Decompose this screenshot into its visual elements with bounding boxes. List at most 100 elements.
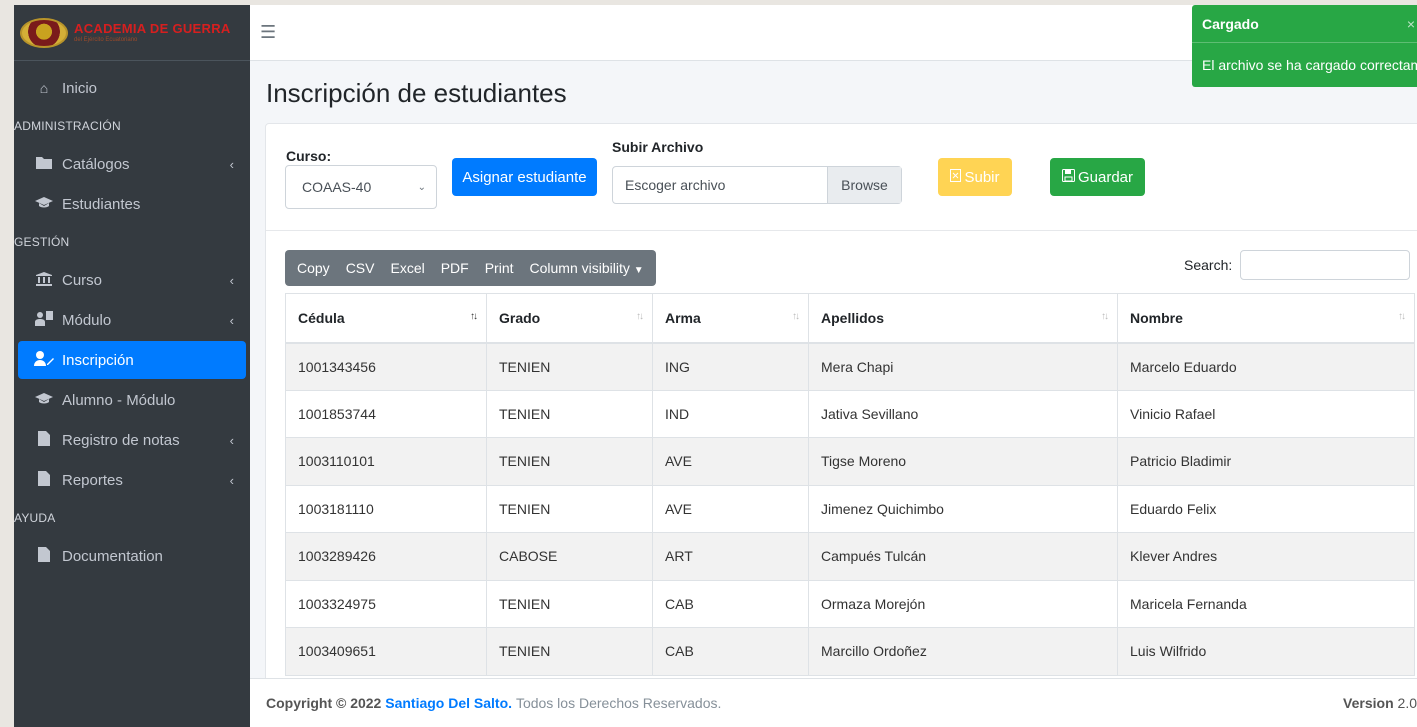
save-button-label: Guardar (1077, 168, 1134, 186)
column-header-label: Nombre (1130, 309, 1183, 326)
cell-grado: TENIEN (486, 342, 653, 391)
datatable-buttons: Copy CSV Excel PDF Print Column visibili… (285, 250, 656, 286)
footer: Copyright © 2022 Santiago Del Salto. Tod… (250, 678, 1417, 727)
sidebar: ACADEMIA DE GUERRA del Ejército Ecuatori… (14, 5, 250, 727)
cell-cedula: 1001343456 (285, 342, 487, 391)
brand[interactable]: ACADEMIA DE GUERRA del Ejército Ecuatori… (14, 5, 250, 61)
version-info: Version 2.0 (1343, 695, 1417, 711)
sidebar-item-label: Módulo (62, 311, 112, 329)
column-header-apellidos[interactable]: Apellidos ↑↓ (808, 293, 1118, 344)
excel-button[interactable]: Excel (382, 260, 432, 276)
sidebar-item-label: Registro de notas (62, 431, 180, 449)
sidebar-item-inicio[interactable]: ⌂ Inicio (18, 69, 246, 107)
sidebar-item-modulo[interactable]: Módulo ‹ (18, 301, 246, 339)
curso-select[interactable]: COAAS-40 ⌄ (285, 165, 437, 209)
column-header-grado[interactable]: Grado ↑↓ (486, 293, 653, 344)
cell-cedula: 1003409651 (285, 627, 487, 676)
table-row[interactable]: 1003181110 TENIEN AVE Jimenez Quichimbo … (285, 484, 1415, 533)
cell-nombre: Eduardo Felix (1117, 484, 1415, 533)
cell-cedula: 1003324975 (285, 579, 487, 628)
assign-student-button[interactable]: Asignar estudiante (452, 158, 597, 196)
sidebar-item-label: Estudiantes (62, 195, 141, 213)
sidebar-item-catalogos[interactable]: Catálogos ‹ (18, 145, 246, 183)
cell-grado: TENIEN (486, 437, 653, 486)
close-icon[interactable]: × (1407, 16, 1415, 32)
cell-apellidos: Tigse Moreno (808, 437, 1118, 486)
table-row[interactable]: 1003289426 CABOSE ART Campués Tulcán Kle… (285, 532, 1415, 581)
sidebar-item-label: Catálogos (62, 155, 130, 173)
sidebar-item-curso[interactable]: Curso ‹ (18, 261, 246, 299)
graduation-cap-icon (34, 392, 54, 408)
file-excel-icon (950, 168, 962, 186)
user-edit-icon (34, 351, 54, 369)
chalkboard-teacher-icon (34, 311, 54, 329)
cell-apellidos: Mera Chapi (808, 342, 1118, 391)
rights-text: Todos los Derechos Reservados. (515, 695, 722, 711)
table-row[interactable]: 1003110101 TENIEN AVE Tigse Moreno Patri… (285, 437, 1415, 486)
sort-icon: ↑↓ (636, 311, 644, 322)
column-visibility-label: Column visibility (529, 260, 630, 276)
sidebar-item-label: Reportes (62, 471, 123, 489)
cell-arma: AVE (652, 484, 809, 533)
upload-button[interactable]: Subir (938, 158, 1012, 196)
cell-nombre: Patricio Bladimir (1117, 437, 1415, 486)
cell-arma: CAB (652, 627, 809, 676)
column-header-nombre[interactable]: Nombre ↑↓ (1117, 293, 1415, 344)
institution-icon (34, 271, 54, 289)
page-title: Inscripción de estudiantes (266, 78, 567, 108)
version-label: Version (1343, 695, 1394, 711)
copyright-text: Copyright © 2022 (266, 695, 382, 711)
browse-button[interactable]: Browse (827, 167, 901, 203)
table-row[interactable]: 1001853744 TENIEN IND Jativa Sevillano V… (285, 389, 1415, 438)
column-header-label: Arma (665, 309, 701, 326)
toast-title: Cargado (1202, 15, 1259, 32)
table-row[interactable]: 1001343456 TENIEN ING Mera Chapi Marcelo… (285, 342, 1415, 391)
curso-label: Curso: (286, 148, 332, 164)
csv-button[interactable]: CSV (338, 260, 383, 276)
print-button[interactable]: Print (477, 260, 522, 276)
search-input[interactable] (1240, 250, 1410, 280)
cell-grado: TENIEN (486, 389, 653, 438)
chevron-left-icon: ‹ (229, 312, 234, 328)
cell-cedula: 1003289426 (285, 532, 487, 581)
brand-subtitle: del Ejército Ecuatoriano (74, 37, 138, 43)
table-header-row: Cédula ↑↓ Grado ↑↓ Arma ↑↓ Apellidos ↑↓ Nomb… (285, 293, 1415, 344)
sidebar-item-estudiantes[interactable]: Estudiantes (18, 185, 246, 223)
curso-select-value: COAAS-40 (302, 179, 372, 195)
column-header-label: Apellidos (821, 309, 885, 326)
sidebar-item-alumno-modulo[interactable]: Alumno - Módulo (18, 381, 246, 419)
file-input[interactable]: Escoger archivo Browse (612, 166, 902, 204)
file-icon (34, 547, 54, 565)
students-table: Cédula ↑↓ Grado ↑↓ Arma ↑↓ Apellidos ↑↓ Nomb… (285, 293, 1415, 676)
chevron-left-icon: ‹ (229, 472, 234, 488)
author-link[interactable]: Santiago Del Salto. (385, 695, 512, 711)
version-value: 2.0 (1397, 695, 1417, 711)
column-header-cedula[interactable]: Cédula ↑↓ (285, 293, 487, 344)
save-button[interactable]: Guardar (1050, 158, 1145, 196)
pdf-button[interactable]: PDF (433, 260, 477, 276)
cell-cedula: 1003181110 (285, 484, 487, 533)
copy-button[interactable]: Copy (285, 260, 338, 276)
column-visibility-button[interactable]: Column visibility ▼ (522, 260, 656, 276)
sidebar-item-label: Documentation (62, 547, 163, 565)
table-row[interactable]: 1003409651 TENIEN CAB Marcillo Ordoñez L… (285, 627, 1415, 676)
menu-toggle-icon[interactable]: ☰ (260, 22, 276, 43)
sort-asc-icon: ↑↓ (470, 311, 478, 322)
sidebar-nav: ⌂ Inicio ADMINISTRACIÓN Catálogos ‹ Estu… (14, 61, 250, 583)
cell-arma: AVE (652, 437, 809, 486)
chevron-left-icon: ‹ (229, 432, 234, 448)
upload-file-label: Subir Archivo (612, 139, 704, 155)
nav-header-gestion: GESTIÓN (14, 235, 70, 249)
table-row[interactable]: 1003324975 TENIEN CAB Ormaza Morejón Mar… (285, 579, 1415, 628)
folder-icon (34, 156, 54, 172)
sidebar-item-reportes[interactable]: Reportes ‹ (18, 461, 246, 499)
column-header-arma[interactable]: Arma ↑↓ (652, 293, 809, 344)
sort-icon: ↑↓ (792, 311, 800, 322)
cell-arma: CAB (652, 579, 809, 628)
cell-cedula: 1003110101 (285, 437, 487, 486)
sidebar-item-registro-notas[interactable]: Registro de notas ‹ (18, 421, 246, 459)
sidebar-item-documentation[interactable]: Documentation (18, 537, 246, 575)
chevron-left-icon: ‹ (229, 156, 234, 172)
toast-message: El archivo se ha cargado correctamente (1202, 57, 1417, 73)
sidebar-item-inscripcion[interactable]: Inscripción (18, 341, 246, 379)
